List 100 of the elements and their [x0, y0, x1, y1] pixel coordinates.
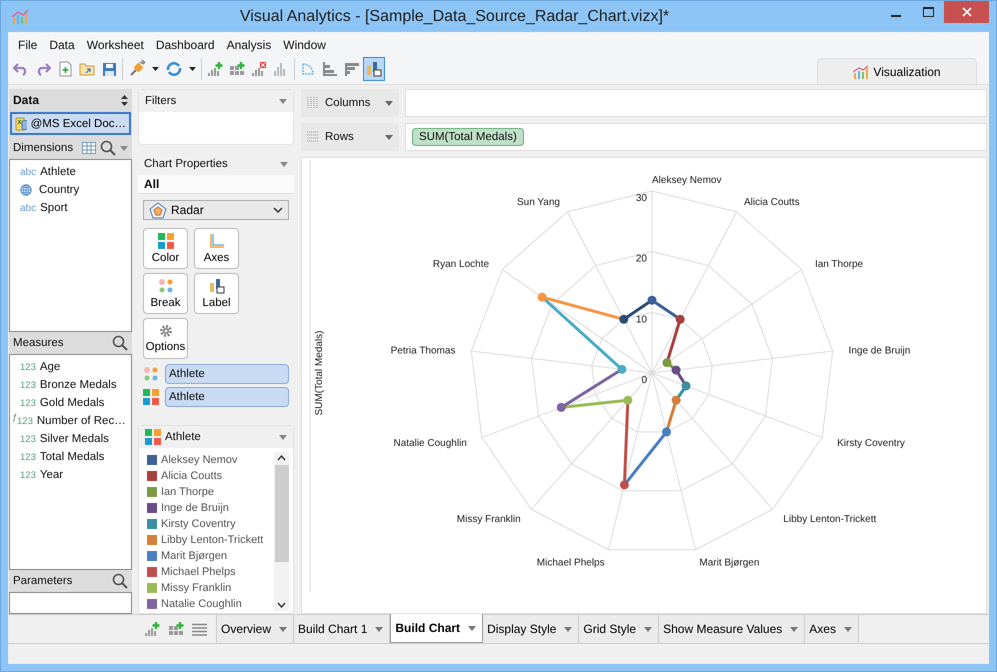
- chevron-down-icon: [277, 602, 286, 608]
- scatter-dots-icon: [143, 366, 159, 382]
- panel-title: Dimensions: [13, 142, 74, 154]
- dimension-item[interactable]: abc Sport: [10, 199, 131, 217]
- caret-icon: [564, 626, 572, 632]
- spoke-label: Kirsty Coventry: [837, 438, 905, 449]
- window-title: Visual Analytics - [Sample_Data_Source_Radar_Chart.vizx]*: [238, 8, 670, 26]
- field-pill[interactable]: Athlete: [165, 387, 289, 407]
- menu-item[interactable]: Worksheet: [80, 38, 150, 52]
- color-squares-icon: [158, 233, 174, 249]
- property-button[interactable]: Label: [194, 273, 239, 314]
- toolbar-button[interactable]: [363, 57, 385, 81]
- search-icon: [112, 335, 128, 351]
- property-button[interactable]: Options: [143, 318, 188, 359]
- caret-icon: [790, 626, 798, 632]
- scrollbar[interactable]: [274, 452, 289, 611]
- ring-value-label: 30: [636, 193, 647, 204]
- caret-icon: [385, 100, 393, 106]
- sheet-tab[interactable]: Show Measure Values: [659, 615, 806, 643]
- sheet-tab[interactable]: Grid Style: [579, 615, 660, 643]
- panel-title: Chart Properties: [144, 158, 229, 170]
- label-icon: [208, 278, 224, 294]
- panel-title: Filters: [145, 95, 178, 107]
- legend-label: Libby Lenton-Trickett: [161, 534, 264, 546]
- app-logo-icon: [11, 8, 29, 24]
- sort-arrows-icon: [121, 94, 128, 106]
- color-squares-icon: [145, 429, 161, 445]
- sort-ascending-icon: [322, 61, 338, 77]
- excel-database-icon: [15, 116, 27, 131]
- legend-label: Inge de Bruijn: [161, 502, 229, 514]
- refresh-icon: [165, 61, 183, 77]
- menu-item[interactable]: Window: [277, 38, 332, 52]
- legend-label: Natalie Coughlin: [161, 598, 242, 610]
- measure-item[interactable]: 123 Bronze Medals: [10, 376, 131, 394]
- add-chart-icon[interactable]: [144, 621, 160, 637]
- columns-drop-field[interactable]: [405, 89, 987, 117]
- legend-label: Michael Phelps: [161, 566, 236, 578]
- caret-icon: [468, 626, 476, 630]
- gear-icon: [158, 324, 172, 338]
- measure-item[interactable]: 123 Gold Medals: [10, 394, 131, 412]
- add-chart-icon: [207, 61, 223, 77]
- visualization-tab[interactable]: Visualization: [817, 58, 977, 84]
- minimize-icon: [891, 14, 901, 16]
- ring-value-label: 10: [636, 314, 647, 326]
- measure-item[interactable]: 123 Age: [10, 358, 131, 376]
- field-pill[interactable]: Athlete: [165, 364, 289, 384]
- menu-item[interactable]: Dashboard: [150, 38, 221, 52]
- dimension-item[interactable]: abc Athlete: [10, 163, 131, 181]
- measure-item[interactable]: 123 Silver Medals: [10, 430, 131, 448]
- measure-item[interactable]: 123 Year: [10, 466, 131, 484]
- sheet-tab[interactable]: Display Style: [483, 615, 580, 643]
- property-button[interactable]: Color: [143, 228, 188, 269]
- measure-item[interactable]: 123 Total Medals: [10, 448, 131, 466]
- spoke-label: Missy Franklin: [456, 514, 521, 526]
- spoke-label: Petria Thomas: [390, 346, 456, 357]
- sheet-tab[interactable]: Build Chart 1: [294, 615, 390, 643]
- dimension-item[interactable]: Country: [10, 181, 131, 199]
- sheet-tab[interactable]: Axes: [805, 615, 859, 643]
- maximize-icon: [922, 7, 934, 17]
- close-button[interactable]: [944, 1, 989, 23]
- sort-descending-icon: [344, 61, 360, 77]
- caret-icon: [375, 626, 384, 632]
- spoke-label: Inge de Bruijn: [848, 346, 910, 357]
- columns-icon: [307, 97, 319, 109]
- legend-label: Aleksey Nemov: [161, 454, 238, 466]
- close-icon: [962, 7, 972, 17]
- menu-item[interactable]: File: [12, 38, 44, 52]
- sheet-tab[interactable]: Overview: [217, 615, 294, 643]
- legend-label: Alicia Coutts: [161, 470, 222, 482]
- caret-icon: [152, 67, 159, 71]
- panel-title: Athlete: [165, 431, 202, 443]
- radar-icon: [149, 202, 167, 218]
- color-squares-icon: [143, 389, 159, 405]
- globe-icon: [20, 184, 32, 196]
- menu-item[interactable]: Data: [43, 38, 81, 52]
- spoke-label: Sun Yang: [516, 197, 560, 208]
- property-button[interactable]: Axes: [194, 228, 239, 269]
- chart-type-dropdown[interactable]: Radar: [143, 200, 289, 220]
- caret-icon: [280, 162, 288, 166]
- menu-item[interactable]: Analysis: [220, 38, 278, 52]
- axis-title: SUM(Total Medals): [314, 330, 325, 416]
- spoke-label: Alicia Coutts: [744, 197, 800, 208]
- caret-icon: [189, 67, 196, 71]
- search-icon: [100, 140, 116, 156]
- property-button[interactable]: Break: [143, 273, 188, 314]
- panel-title: Measures: [13, 337, 64, 349]
- panel-title: Data: [13, 93, 40, 107]
- spoke-label: Michael Phelps: [536, 557, 605, 568]
- list-icon[interactable]: [192, 622, 206, 636]
- caret-icon: [644, 626, 652, 632]
- measure-item[interactable]: ƒ123 Number of Rec…: [10, 412, 131, 430]
- measure-pill[interactable]: SUM(Total Medals): [412, 128, 524, 146]
- caret-icon: [120, 146, 128, 150]
- add-grid-icon[interactable]: [168, 621, 184, 637]
- ring-value-label: 0: [641, 375, 647, 386]
- caret-icon: [844, 626, 852, 632]
- data-source-item[interactable]: @MS Excel Doc…: [10, 112, 131, 135]
- sheet-tab[interactable]: Build Chart: [390, 614, 484, 643]
- plug-icon: [128, 60, 146, 78]
- undo-icon: [13, 62, 29, 76]
